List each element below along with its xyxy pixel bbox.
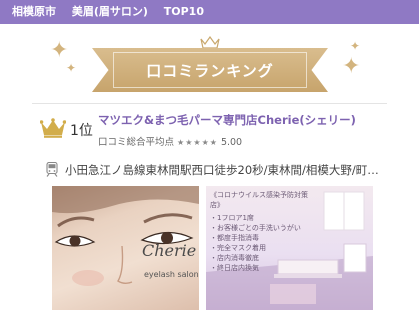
sparkle-icon: ✦: [66, 61, 77, 75]
breadcrumb: 相模原市 美眉(眉サロン) TOP10: [0, 0, 419, 24]
ranking-banner: 口コミランキング ✦ ✦ ✦ ✦: [0, 24, 419, 100]
rank-label: 1位: [70, 123, 93, 139]
shop-name-link[interactable]: マツエク&まつ毛パーマ専門店Cherie(シェリー): [98, 112, 356, 128]
salon-photo-eye[interactable]: Cherie eyelash salon: [52, 186, 199, 310]
access-text: 小田急江ノ島線東林間駅西口徒歩20秒/東林間/相模大野/町…: [65, 163, 379, 177]
notice-title: 《コロナウイルス感染予防対策店》: [210, 191, 308, 209]
notice-item: ・都度手指消毒: [210, 234, 259, 242]
breadcrumb-item-top10: TOP10: [163, 5, 204, 18]
divider: [32, 103, 387, 104]
banner-title: 口コミランキング: [113, 52, 307, 88]
rating-label: 口コミ総合平均点: [98, 137, 175, 148]
infection-prevention-notice: 《コロナウイルス感染予防対策店》 ・1フロア1席 ・お客様ごとの手洗いうがい ・…: [210, 190, 310, 273]
train-icon: [46, 162, 58, 177]
sparkle-icon: ✦: [350, 39, 361, 53]
sparkle-icon: ✦: [342, 54, 361, 79]
notice-item: ・1フロア1席: [210, 214, 254, 222]
notice-item: ・お客様ごとの手洗いうがい: [210, 224, 301, 232]
ranking-item[interactable]: 1位 マツエク&まつ毛パーマ専門店Cherie(シェリー) 口コミ総合平均点 ★…: [40, 110, 390, 150]
gold-crown-icon: [40, 118, 66, 138]
notice-item: ・終日店内換気: [210, 264, 259, 272]
logo-script: Cherie: [142, 241, 197, 260]
star-rating-icon: ★★★★★: [177, 138, 218, 147]
crown-icon: [200, 36, 220, 50]
notice-item: ・店内消毒徹底: [210, 254, 259, 262]
access-info: 小田急江ノ島線東林間駅西口徒歩20秒/東林間/相模大野/町…: [46, 161, 386, 179]
rating-summary: 口コミ総合平均点 ★★★★★ 5.00: [98, 134, 242, 148]
photo-caption: eyelash salon: [144, 270, 199, 279]
sparkle-icon: ✦: [50, 38, 69, 63]
salon-photo-room[interactable]: 《コロナウイルス感染予防対策店》 ・1フロア1席 ・お客様ごとの手洗いうがい ・…: [206, 186, 373, 310]
breadcrumb-item-city[interactable]: 相模原市: [12, 5, 56, 18]
notice-item: ・完全マスク着用: [210, 244, 266, 252]
breadcrumb-item-category[interactable]: 美眉(眉サロン): [72, 5, 148, 18]
rating-value: 5.00: [220, 137, 243, 148]
